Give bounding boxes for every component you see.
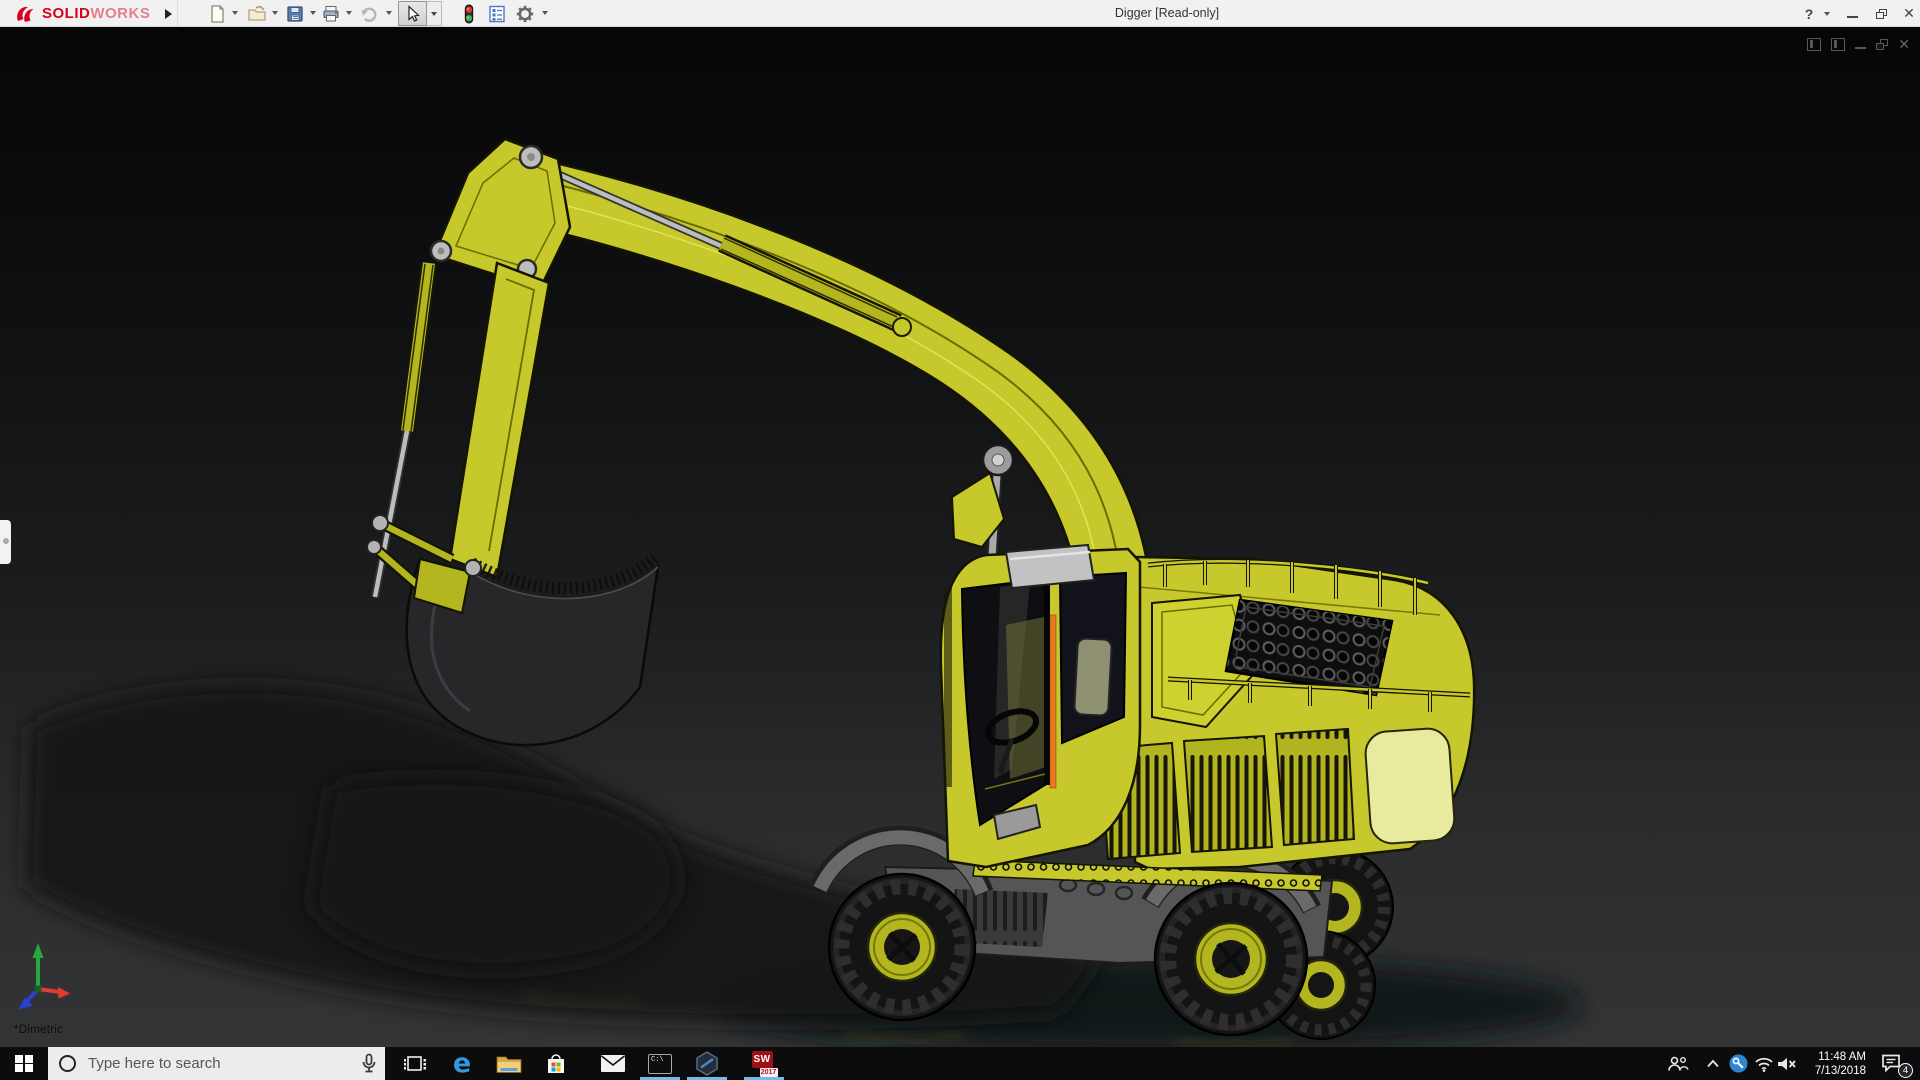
open-button[interactable] [246, 3, 268, 24]
blue-key-icon [1729, 1054, 1747, 1073]
search-input[interactable] [88, 1055, 338, 1072]
file-properties-icon [489, 5, 505, 22]
windows-taskbar: e C:\ [0, 1047, 1920, 1080]
print-icon [323, 5, 339, 21]
undo-icon [361, 7, 377, 22]
action-center-button[interactable]: 4 [1872, 1047, 1916, 1080]
windows-logo-icon [15, 1054, 33, 1073]
sw-cube: SW [751, 1050, 773, 1068]
open-dropdown[interactable] [270, 11, 280, 19]
toggle-left-pane-icon[interactable] [1807, 37, 1822, 51]
hexagon-3d-app-button[interactable] [684, 1047, 730, 1080]
ds-logo-icon [17, 6, 34, 22]
brand-light: WORKS [90, 5, 151, 22]
graphics-area[interactable]: ✕ *Dimetric [0, 27, 1920, 1047]
document-restore-icon[interactable] [1876, 38, 1889, 50]
minimize-button[interactable] [1841, 0, 1863, 27]
restore-icon [1875, 8, 1887, 19]
file-properties-button[interactable] [486, 3, 508, 24]
store-icon [548, 1053, 564, 1073]
new-document-icon [211, 4, 224, 23]
print-dropdown[interactable] [344, 11, 354, 19]
start-button[interactable] [0, 1047, 48, 1080]
options-dropdown[interactable] [540, 11, 550, 19]
solidworks-logo: SOLIDWORKS [12, 3, 150, 24]
store-button[interactable] [533, 1047, 579, 1080]
brand-text: SOLIDWORKS [42, 5, 150, 22]
options-button[interactable] [514, 3, 536, 24]
mail-button[interactable] [590, 1047, 636, 1080]
file-explorer-icon [496, 1056, 522, 1073]
restore-button[interactable] [1869, 0, 1893, 27]
help-button[interactable]: ? [1799, 0, 1819, 27]
hidden-icons-button[interactable] [1702, 1047, 1724, 1080]
people-icon [1668, 1056, 1689, 1071]
taskbar-clock[interactable]: 11:48 AM 7/13/2018 [1798, 1047, 1866, 1080]
volume-muted-icon [1777, 1057, 1796, 1070]
microphone-icon[interactable] [361, 1053, 377, 1079]
solidworks-2017-icon: SW 2017 [751, 1050, 778, 1077]
task-view-button[interactable] [392, 1047, 438, 1080]
save-floppy-icon [287, 5, 303, 22]
open-folder-icon [248, 5, 266, 21]
solidworks-app-window: SOLIDWORKS Digger [Read-only] ? ✕ ✕ *Dim… [0, 0, 1920, 1080]
document-window-controls: ✕ [1807, 37, 1910, 51]
command-prompt-button[interactable]: C:\ [637, 1047, 683, 1080]
digger-3d-model[interactable] [0, 27, 1920, 1047]
menu-flyout-arrow[interactable] [160, 0, 178, 27]
title-bar: SOLIDWORKS Digger [Read-only] ? ✕ [0, 0, 1920, 27]
close-button[interactable]: ✕ [1897, 0, 1920, 27]
undo-button[interactable] [358, 3, 380, 24]
file-explorer-button[interactable] [486, 1047, 532, 1080]
toggle-right-pane-icon[interactable] [1831, 37, 1846, 51]
wifi-tray-button[interactable] [1752, 1047, 1776, 1080]
print-button[interactable] [320, 3, 342, 24]
blue-key-tray-button[interactable] [1726, 1047, 1750, 1080]
new-document-button[interactable] [206, 3, 228, 24]
brand-bold: SOLID [42, 5, 91, 22]
document-minimize-icon[interactable] [1855, 46, 1867, 50]
notification-badge: 4 [1898, 1063, 1913, 1078]
document-title: Digger [Read-only] [1114, 6, 1220, 20]
edge-button[interactable]: e [439, 1047, 485, 1080]
command-prompt-icon: C:\ [648, 1053, 672, 1074]
hexagon-3d-app-icon [696, 1051, 718, 1076]
stick-cylinder [558, 171, 912, 337]
save-button[interactable] [284, 3, 306, 24]
undo-dropdown[interactable] [384, 11, 394, 19]
new-dropdown[interactable] [230, 11, 240, 19]
view-orientation-label: *Dimetric [14, 1024, 64, 1036]
mail-icon [601, 1055, 625, 1072]
stick-arm [448, 261, 551, 579]
volume-tray-button[interactable] [1774, 1047, 1798, 1080]
help-dropdown[interactable] [1820, 0, 1834, 27]
taskbar-search[interactable] [48, 1047, 385, 1080]
options-gear-icon [516, 5, 534, 22]
flyout-arrow-icon [165, 8, 172, 19]
clock-date: 7/13/2018 [1814, 1065, 1866, 1077]
task-view-icon [404, 1055, 426, 1071]
document-close-icon[interactable]: ✕ [1898, 37, 1910, 51]
solidworks-2017-button[interactable]: SW 2017 [741, 1047, 787, 1080]
select-dropdown[interactable] [427, 1, 442, 26]
clock-time: 11:48 AM [1818, 1051, 1866, 1063]
rebuild-button[interactable] [458, 3, 480, 24]
edge-icon: e [452, 1048, 472, 1079]
collapsed-panel-tab[interactable] [0, 520, 11, 564]
minimize-icon [1846, 15, 1858, 18]
chevron-up-icon [1707, 1059, 1719, 1068]
orientation-triad [19, 943, 70, 1010]
select-tool-button[interactable] [398, 1, 444, 26]
rebuild-traffic-light-icon [464, 4, 474, 23]
select-cursor-icon [398, 1, 427, 26]
people-tray-button[interactable] [1664, 1047, 1692, 1080]
save-dropdown[interactable] [308, 11, 318, 19]
sw-year-tag: 2017 [759, 1067, 778, 1077]
wifi-icon [1755, 1057, 1773, 1072]
cortana-circle-icon [59, 1055, 76, 1072]
